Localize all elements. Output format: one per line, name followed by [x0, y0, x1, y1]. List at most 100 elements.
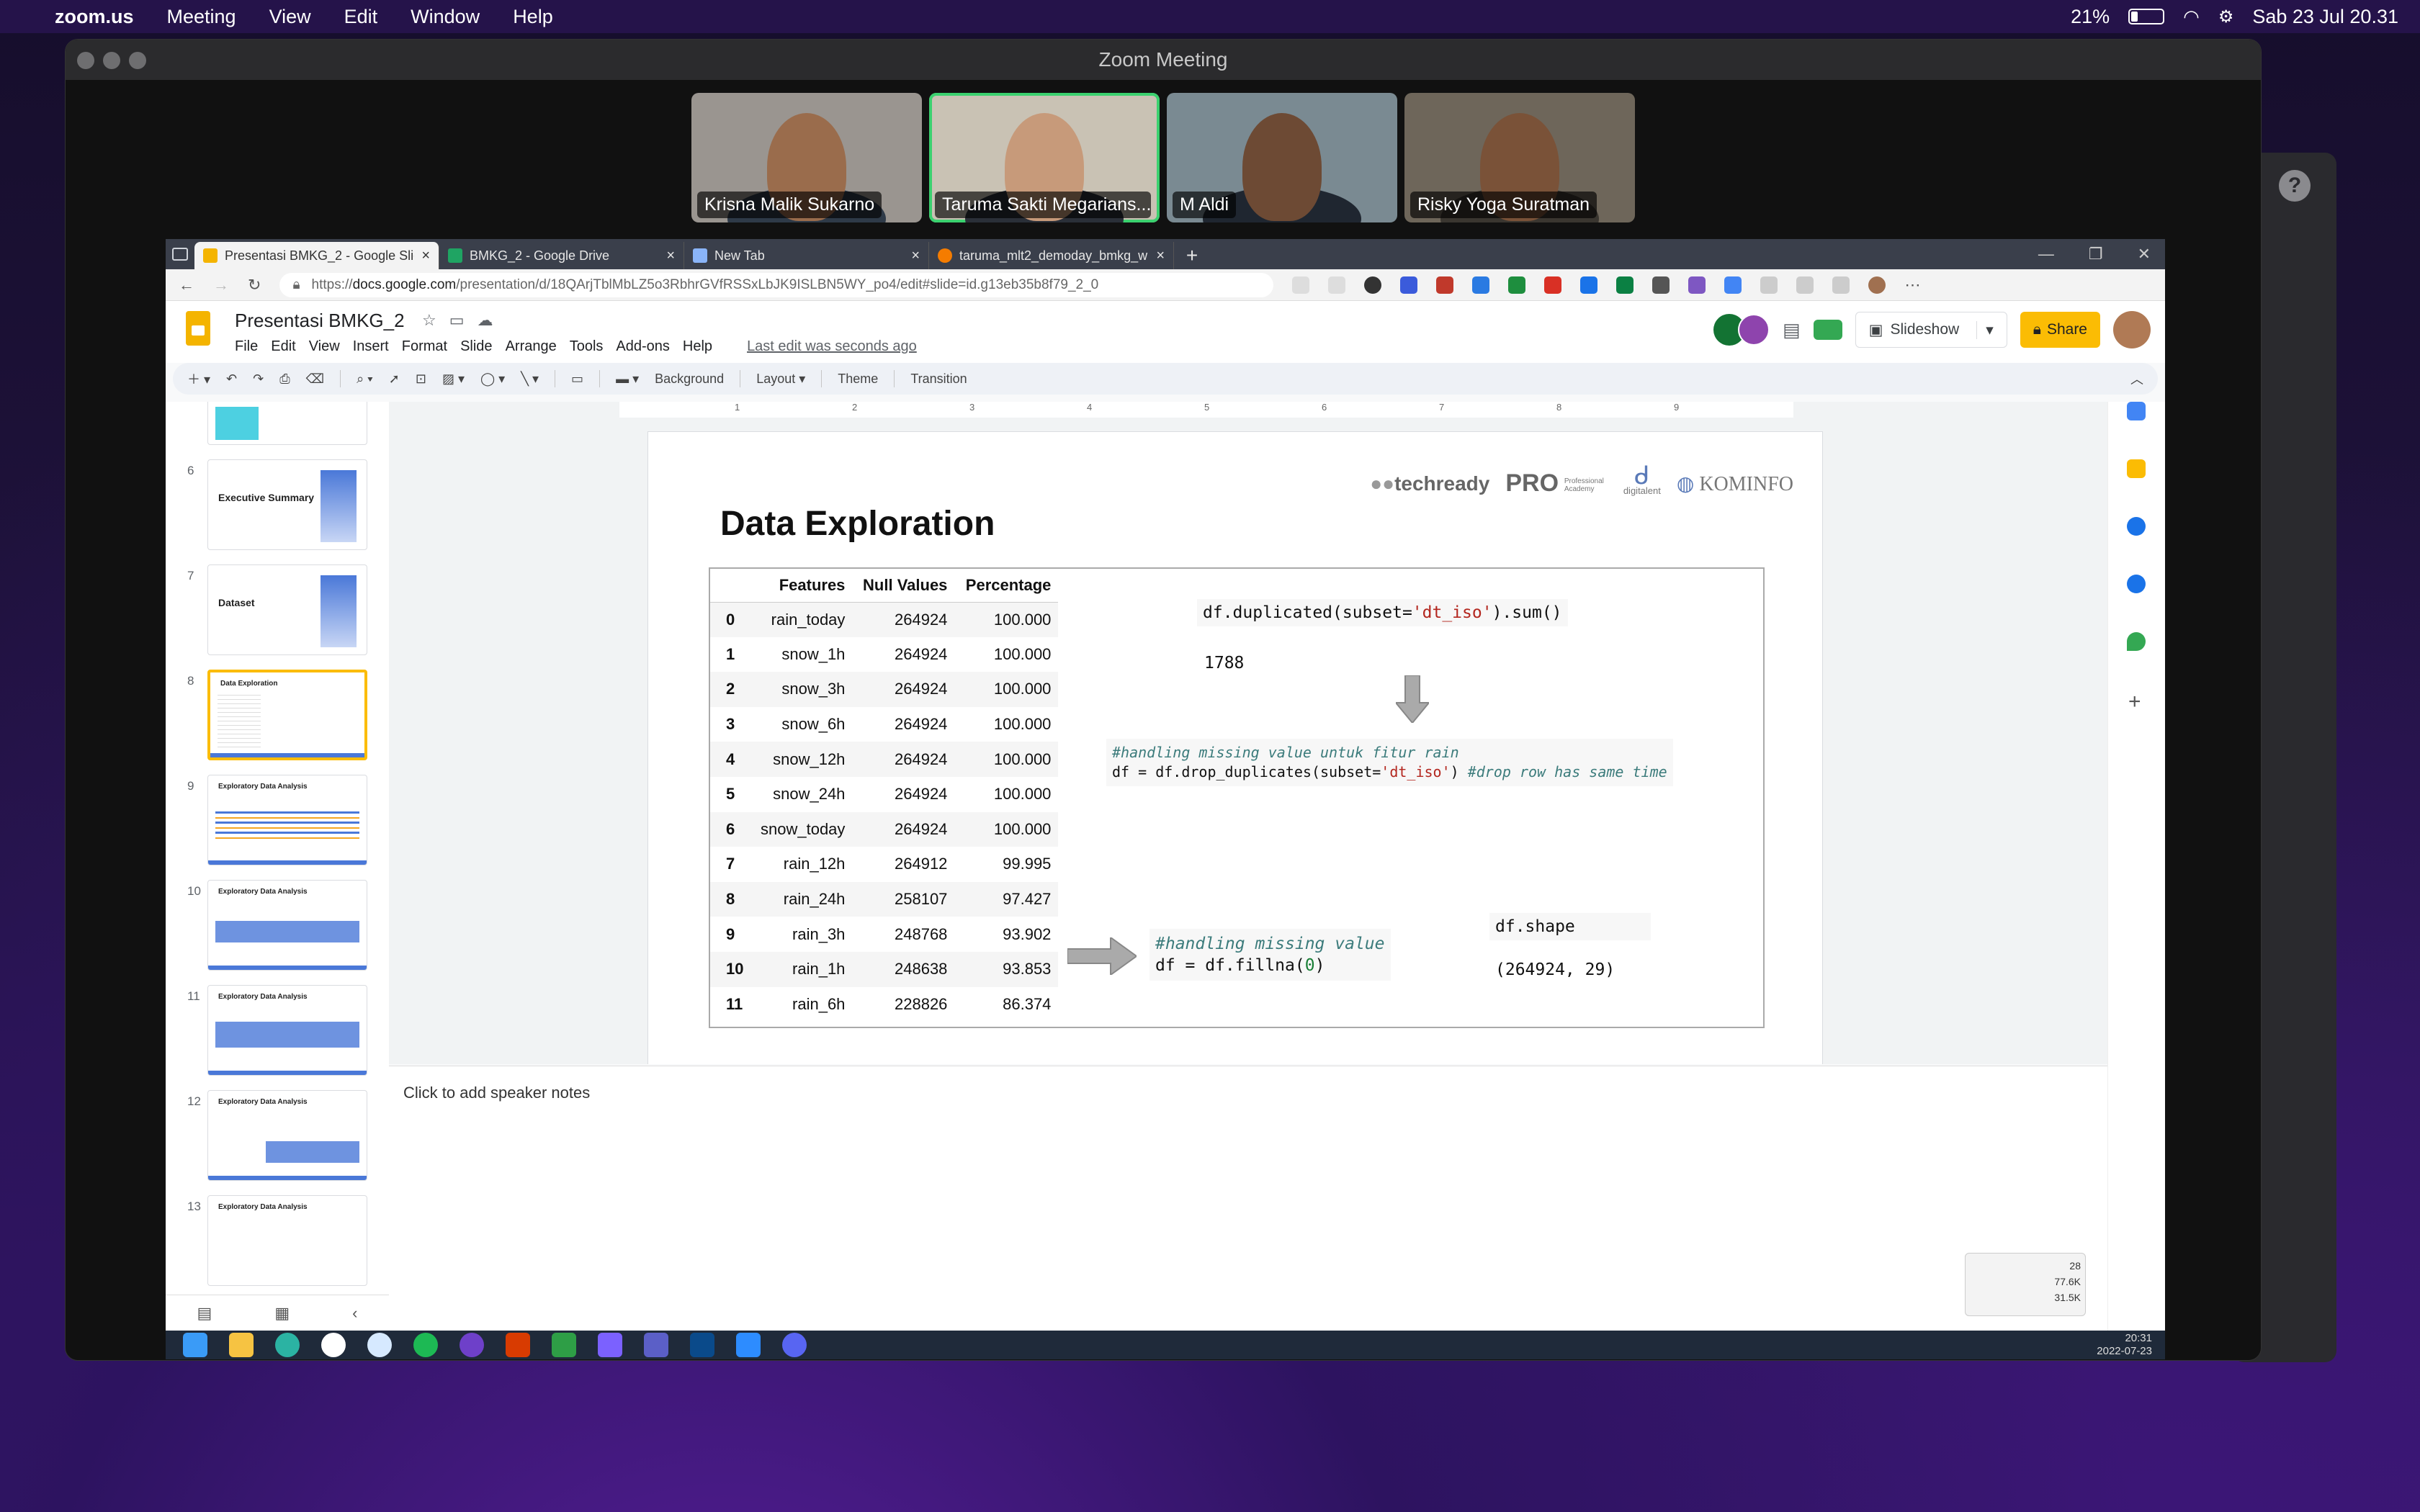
slideshow-button[interactable]: ▣ Slideshow ▾ [1855, 312, 2007, 348]
slide-thumbnail[interactable]: Exploratory Data Analysis [207, 775, 367, 865]
filmstrip-view-icon[interactable]: ▤ [197, 1304, 212, 1323]
comment-icon[interactable]: ▭ [571, 372, 583, 387]
share-button[interactable]: 🔒︎ Share [2020, 312, 2100, 348]
collections-icon[interactable] [1832, 276, 1850, 294]
back-icon[interactable]: ← [179, 276, 194, 294]
slide-thumbnail[interactable]: Exploratory Data Analysis [207, 1195, 367, 1286]
menu-arrange[interactable]: Arrange [506, 338, 557, 355]
app-icon[interactable] [690, 1333, 714, 1357]
border-weight-icon[interactable]: ▬ ▾ [616, 372, 639, 387]
grid-view-icon[interactable]: ▦ [274, 1304, 290, 1323]
extension-icon[interactable] [1544, 276, 1562, 294]
participant-tile-active-speaker[interactable]: Taruma Sakti Megarians... [929, 93, 1160, 222]
add-addon-icon[interactable]: + [2128, 690, 2141, 714]
extension-icon[interactable] [1616, 276, 1634, 294]
office-icon[interactable] [506, 1333, 530, 1357]
cloud-saved-icon[interactable]: ☁ [478, 311, 493, 330]
close-tab-icon[interactable]: × [911, 248, 920, 264]
textbox-icon[interactable]: ⊡ [416, 372, 426, 387]
help-icon[interactable]: ? [2279, 170, 2311, 202]
document-title[interactable]: Presentasi BMKG_2 [235, 310, 405, 332]
menu-app-name[interactable]: zoom.us [55, 6, 134, 28]
current-slide[interactable]: Data Exploration ●●techready PRO Profess… [648, 432, 1822, 1064]
extension-icon[interactable] [1436, 276, 1454, 294]
menu-meeting[interactable]: Meeting [167, 6, 236, 28]
collapse-toolbar-icon[interactable]: ︿ [2130, 369, 2143, 388]
browser-tab-slides[interactable]: Presentasi BMKG_2 - Google Slid × [194, 242, 439, 269]
minimize-window-icon[interactable] [103, 52, 120, 69]
extension-icon[interactable] [1652, 276, 1670, 294]
slide-thumbnail[interactable]: Executive Summary [207, 459, 367, 550]
favorites-icon[interactable] [1796, 276, 1814, 294]
github-icon[interactable] [460, 1333, 484, 1357]
participant-tile[interactable]: Krisna Malik Sukarno [691, 93, 922, 222]
speaker-notes[interactable]: Click to add speaker notes 28 77.6K 31.5… [389, 1066, 2107, 1331]
new-tab-button[interactable]: + [1174, 242, 1210, 269]
close-tab-icon[interactable]: × [421, 248, 430, 264]
forward-icon[interactable]: → [213, 276, 229, 294]
slide-thumbnail[interactable]: Exploratory Data Analysis [207, 985, 367, 1076]
extension-icon[interactable] [1364, 276, 1382, 294]
app-icon[interactable] [367, 1333, 392, 1357]
app-icon[interactable] [321, 1333, 346, 1357]
zoom-icon[interactable]: ⌕ ▾ [357, 372, 373, 387]
control-center-icon[interactable]: ⚙ [2218, 6, 2234, 27]
close-window-icon[interactable] [77, 52, 94, 69]
app-icon[interactable] [598, 1333, 622, 1357]
star-icon[interactable]: ☆ [422, 311, 436, 330]
contacts-icon[interactable] [2127, 575, 2146, 593]
slide-thumbnail[interactable]: Exploratory Data Analysis [207, 880, 367, 971]
menu-help[interactable]: Help [513, 6, 553, 28]
horizontal-ruler[interactable]: 1 2 3 4 5 6 7 8 9 [619, 402, 1793, 418]
menu-view[interactable]: View [309, 338, 340, 355]
meet-icon[interactable] [1813, 320, 1842, 340]
background-button[interactable]: Background [655, 372, 724, 387]
keep-icon[interactable] [2127, 459, 2146, 478]
browser-tab-drive[interactable]: BMKG_2 - Google Drive × [439, 242, 684, 269]
slide-thumbnail[interactable]: Exploratory Data Analysis [207, 1090, 367, 1181]
menu-addons[interactable]: Add-ons [616, 338, 670, 355]
extension-icon[interactable] [1688, 276, 1706, 294]
slide-thumbnail[interactable]: Dataset [207, 564, 367, 655]
slide-canvas[interactable]: 1 2 3 4 5 6 7 8 9 Data Exploration ●●tec… [389, 402, 2107, 1064]
minimize-icon[interactable]: — [2038, 245, 2054, 264]
new-slide-icon[interactable]: ＋ ▾ [187, 369, 210, 388]
taskbar-clock[interactable]: 20:31 2022-07-23 [2097, 1332, 2152, 1358]
tasks-icon[interactable] [2127, 517, 2146, 536]
menu-tools[interactable]: Tools [570, 338, 604, 355]
menu-help[interactable]: Help [683, 338, 712, 355]
transition-button[interactable]: Transition [910, 372, 967, 387]
slide-thumbnail-selected[interactable]: Data Exploration [207, 670, 367, 760]
menu-view[interactable]: View [269, 6, 311, 28]
shape-icon[interactable]: ◯ ▾ [480, 372, 505, 387]
extension-icon[interactable] [1724, 276, 1742, 294]
maps-icon[interactable] [2127, 632, 2146, 651]
zoom-window-icon[interactable] [129, 52, 146, 69]
close-tab-icon[interactable]: × [1156, 248, 1165, 264]
account-avatar[interactable] [2113, 311, 2151, 348]
extension-icon[interactable] [1400, 276, 1418, 294]
discord-icon[interactable] [782, 1333, 807, 1357]
menu-format[interactable]: Format [402, 338, 447, 355]
participant-tile[interactable]: Risky Yoga Suratman [1404, 93, 1635, 222]
image-icon[interactable]: ▨ ▾ [442, 372, 465, 387]
comments-icon[interactable]: ▤ [1783, 319, 1801, 341]
paint-format-icon[interactable]: ⌫ [306, 372, 324, 387]
menu-insert[interactable]: Insert [353, 338, 389, 355]
favorite-star-icon[interactable] [1328, 276, 1346, 294]
profile-avatar[interactable] [1868, 276, 1886, 294]
teams-icon[interactable] [644, 1333, 668, 1357]
menu-edit[interactable]: Edit [344, 6, 378, 28]
menu-file[interactable]: File [235, 338, 258, 355]
maximize-icon[interactable]: ❐ [2089, 245, 2103, 264]
url-field[interactable]: 🔒︎ https://docs.google.com/presentation/… [279, 272, 1274, 297]
select-icon[interactable]: ➚ [389, 372, 400, 387]
extension-icon[interactable] [1472, 276, 1490, 294]
windows-start-icon[interactable] [183, 1333, 207, 1357]
spotify-icon[interactable] [413, 1333, 438, 1357]
close-tab-icon[interactable]: × [666, 248, 675, 264]
collaborator-avatar[interactable] [1738, 314, 1770, 346]
move-folder-icon[interactable]: ▭ [449, 311, 465, 330]
menu-window[interactable]: Window [411, 6, 480, 28]
theme-button[interactable]: Theme [838, 372, 878, 387]
